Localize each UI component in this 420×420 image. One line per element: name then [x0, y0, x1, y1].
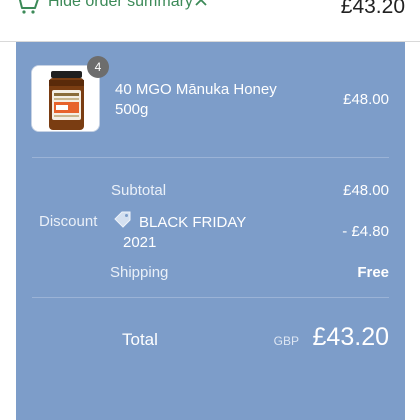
total-label: Total: [122, 330, 158, 349]
discount-code: BLACK FRIDAY 2021: [123, 214, 246, 251]
subtotal-value: £48.00: [343, 182, 389, 199]
product-name: 40 MGO Mānuka Honey 500g: [115, 81, 277, 118]
product-price: £48.00: [343, 91, 389, 108]
honey-jar-image: [32, 66, 99, 131]
order-summary-panel: 4 40 MGO Mānuka Honey 500g £48.00 Subtot…: [16, 42, 405, 420]
total-value: £43.20: [312, 323, 389, 351]
shipping-value: Free: [357, 264, 389, 281]
shipping-label: Shipping: [110, 264, 169, 281]
shopping-cart-icon: [18, 0, 39, 14]
currency-code: GBP: [273, 334, 299, 348]
subtotal-label: Subtotal: [111, 182, 167, 199]
divider: [32, 157, 389, 158]
toggle-order-summary-link[interactable]: Hide order summary: [48, 0, 193, 11]
discount-label: Discount: [39, 213, 98, 230]
header-total-price: £43.20: [340, 0, 405, 18]
order-summary-header[interactable]: Hide order summary £43.20: [0, 0, 420, 42]
chevron-up-icon: [195, 0, 207, 6]
divider: [32, 297, 389, 298]
quantity-badge: 4: [87, 56, 109, 78]
discount-value: - £4.80: [342, 223, 389, 240]
